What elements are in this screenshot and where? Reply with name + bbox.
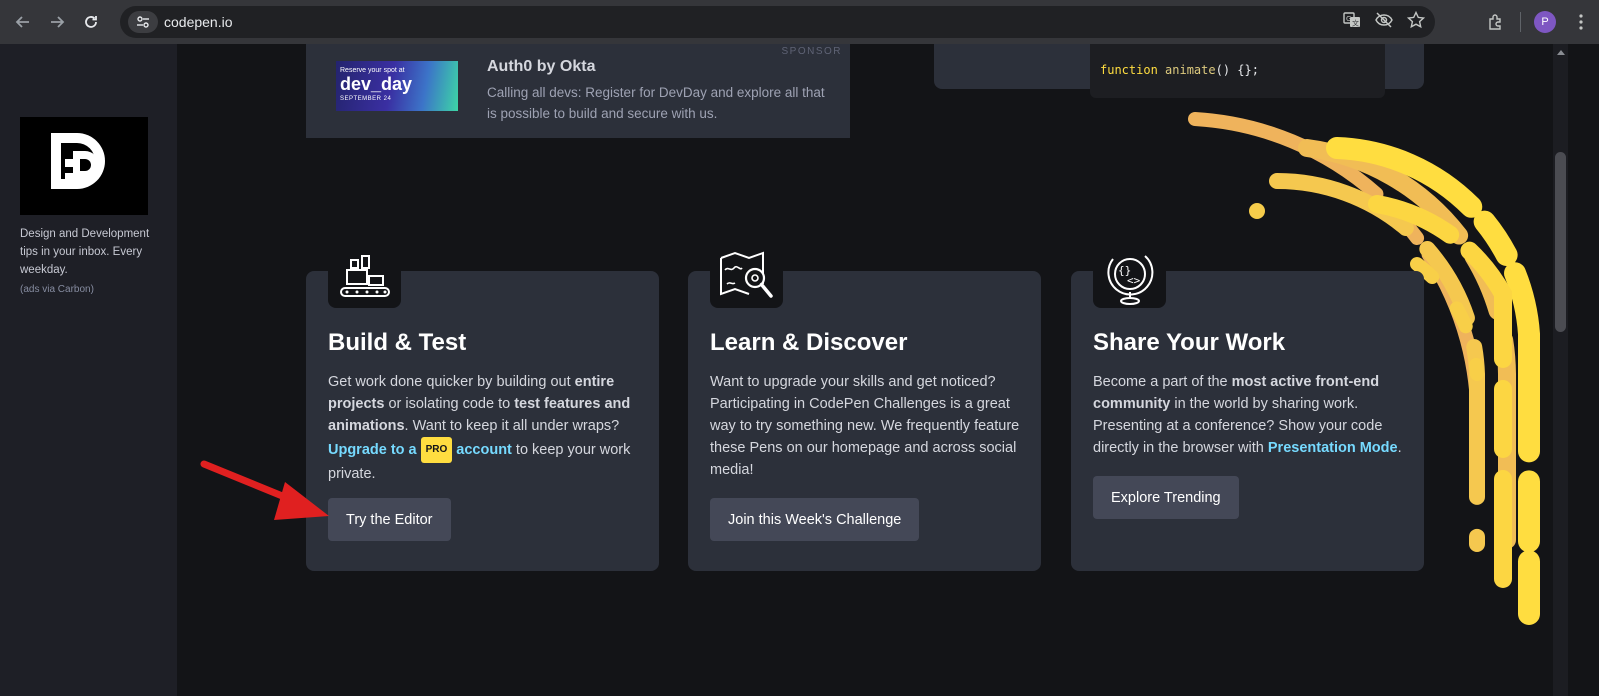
browser-menu-icon[interactable] (1563, 4, 1599, 40)
scroll-up-arrow-icon[interactable] (1557, 50, 1565, 55)
card-body: Become a part of the most active front-e… (1093, 371, 1403, 459)
globe-code-icon: {} <> (1093, 245, 1166, 308)
url-text: codepen.io (164, 14, 233, 30)
back-icon[interactable] (6, 5, 40, 39)
extensions-icon[interactable] (1478, 4, 1514, 40)
scrollbar-thumb[interactable] (1555, 152, 1566, 332)
main-content: function animate() {}; SPONSOR Reserve y… (177, 44, 1553, 696)
profile-initial: P (1534, 11, 1556, 33)
code-punctuation: () {}; (1215, 63, 1259, 77)
card-body: Want to upgrade your skills and get noti… (710, 374, 1020, 478)
sponsor-tag: SPONSOR (781, 46, 842, 57)
code-line: function animate() {}; (1100, 63, 1259, 77)
ad-text[interactable]: Design and Development tips in your inbo… (20, 225, 160, 279)
red-arrow-annotation (200, 460, 329, 520)
forward-icon[interactable] (40, 5, 74, 39)
body-text: . (1397, 440, 1402, 456)
card-learn-discover: Learn & Discover Want to upgrade your sk… (688, 245, 1041, 571)
profile-avatar[interactable]: P (1527, 4, 1563, 40)
presentation-mode-link[interactable]: Presentation Mode (1268, 440, 1398, 456)
site-settings-icon[interactable] (128, 11, 158, 33)
svg-text:文: 文 (1352, 18, 1359, 27)
eye-off-icon[interactable] (1375, 11, 1393, 34)
bookmark-star-icon[interactable] (1406, 10, 1426, 34)
ad-logo[interactable] (20, 117, 148, 215)
toolbar-divider (1520, 12, 1521, 32)
sidebar: Design and Development tips in your inbo… (0, 44, 177, 696)
code-keyword: function (1100, 63, 1158, 77)
explore-trending-button[interactable]: Explore Trending (1093, 476, 1239, 519)
card-share-work: {} <> Share Your Work Become a part of t… (1071, 245, 1424, 571)
map-search-icon (710, 245, 783, 308)
page-scrollbar[interactable] (1553, 44, 1568, 696)
design-dev-logo-icon (51, 133, 105, 189)
ad-via-link[interactable]: (ads via Carbon) (20, 284, 94, 295)
translate-icon[interactable]: G文 (1343, 11, 1361, 34)
reload-icon[interactable] (74, 5, 108, 39)
browser-toolbar: codepen.io G文 P (0, 0, 1599, 44)
address-bar[interactable]: codepen.io G文 (120, 6, 1435, 38)
code-snippet: function animate() {}; (1090, 44, 1385, 98)
card-title: Share Your Work (1093, 329, 1286, 356)
card-title: Learn & Discover (710, 329, 908, 356)
code-function-name: animate (1165, 63, 1216, 77)
join-challenge-button[interactable]: Join this Week's Challenge (710, 498, 920, 541)
body-text: Become a part of the (1093, 374, 1232, 390)
svg-text:<>: <> (1127, 274, 1141, 287)
right-gutter (1568, 44, 1599, 696)
